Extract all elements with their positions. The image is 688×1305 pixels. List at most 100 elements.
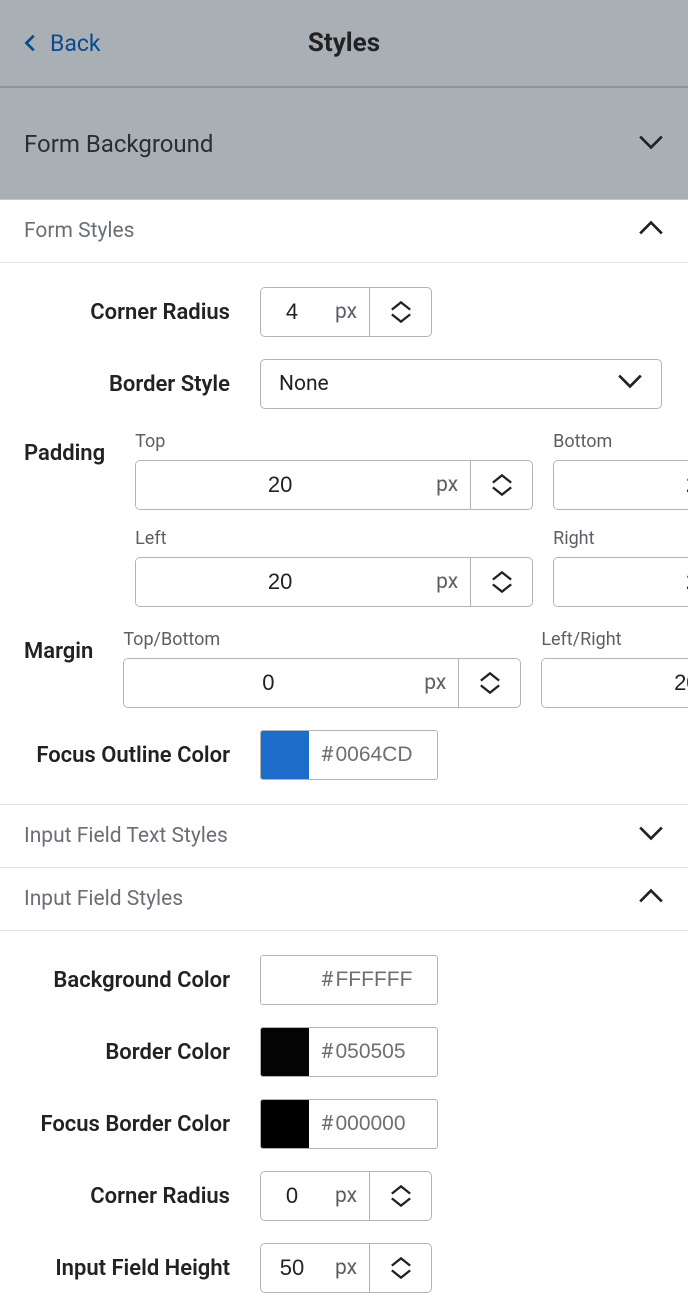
section-form-background-header[interactable]: Form Background xyxy=(0,87,688,200)
chevron-up-icon xyxy=(479,671,501,683)
focus-outline-hex-input[interactable] xyxy=(335,743,425,767)
chevron-up-icon xyxy=(638,218,664,244)
section-input-field-styles-title: Input Field Styles xyxy=(24,887,183,911)
corner-radius-input[interactable] xyxy=(261,288,323,336)
padding-right-input[interactable] xyxy=(554,558,688,606)
padding-left-step-buttons[interactable] xyxy=(470,558,532,606)
label-focus-border-color: Focus Border Color xyxy=(24,1112,260,1137)
hash-symbol: # xyxy=(321,1112,334,1136)
label-bg-color: Background Color xyxy=(24,968,260,993)
padding-top-stepper[interactable]: px xyxy=(135,460,533,510)
section-form-styles-body: Corner Radius px Border Style None Paddi… xyxy=(0,263,688,804)
chevron-up-icon xyxy=(390,300,412,312)
border-style-value: None xyxy=(279,372,329,396)
row-corner-radius: Corner Radius px xyxy=(24,287,664,337)
input-corner-radius-step-buttons[interactable] xyxy=(369,1172,431,1220)
chevron-up-icon xyxy=(638,886,664,912)
section-input-text-styles-title: Input Field Text Styles xyxy=(24,824,228,848)
chevron-down-icon xyxy=(390,1268,412,1280)
label-padding: Padding xyxy=(24,431,135,466)
chevron-down-icon xyxy=(617,371,643,397)
bg-color-picker[interactable]: # xyxy=(260,955,438,1005)
padding-bottom-input[interactable] xyxy=(554,461,688,509)
chevron-down-icon xyxy=(479,683,501,695)
back-label: Back xyxy=(50,30,101,57)
focus-border-swatch[interactable] xyxy=(261,1100,309,1148)
row-margin: Margin Top/Bottom px Left/Right xyxy=(24,629,664,708)
section-form-styles-header[interactable]: Form Styles xyxy=(0,200,688,263)
input-field-height-step-buttons[interactable] xyxy=(369,1244,431,1292)
chevron-up-icon xyxy=(390,1256,412,1268)
top-bar: Back Styles xyxy=(0,0,688,87)
section-input-text-styles-header[interactable]: Input Field Text Styles xyxy=(0,804,688,868)
corner-radius-stepper[interactable]: px xyxy=(260,287,432,337)
focus-border-hex-input[interactable] xyxy=(335,1112,425,1136)
label-margin: Margin xyxy=(24,629,123,664)
label-border-style: Border Style xyxy=(24,372,260,397)
focus-outline-color-picker[interactable]: # xyxy=(260,730,438,780)
padding-bottom-stepper[interactable]: px xyxy=(553,460,688,510)
input-corner-radius-input[interactable] xyxy=(261,1172,323,1220)
margin-lr-input[interactable] xyxy=(542,659,688,707)
label-corner-radius: Corner Radius xyxy=(24,300,260,325)
chevron-down-icon xyxy=(491,582,513,594)
label-input-corner-radius: Corner Radius xyxy=(24,1184,260,1209)
chevron-down-icon xyxy=(390,1196,412,1208)
row-input-field-height: Input Field Height px xyxy=(24,1243,664,1293)
label-padding-left: Left xyxy=(135,528,533,549)
label-margin-tb: Top/Bottom xyxy=(123,629,521,650)
input-corner-radius-unit: px xyxy=(323,1172,369,1220)
row-input-corner-radius: Corner Radius px xyxy=(24,1171,664,1221)
row-focus-border-color: Focus Border Color # xyxy=(24,1099,664,1149)
chevron-down-icon xyxy=(491,485,513,497)
chevron-up-icon xyxy=(491,473,513,485)
chevron-down-icon xyxy=(638,130,664,158)
label-margin-lr: Left/Right xyxy=(541,629,688,650)
input-corner-radius-stepper[interactable]: px xyxy=(260,1171,432,1221)
border-style-select[interactable]: None xyxy=(260,359,662,409)
hash-symbol: # xyxy=(321,1040,334,1064)
margin-tb-unit: px xyxy=(412,659,458,707)
margin-tb-input[interactable] xyxy=(124,659,412,707)
border-color-picker[interactable]: # xyxy=(260,1027,438,1077)
row-padding: Padding Top px Bottom xyxy=(24,431,664,607)
label-padding-top: Top xyxy=(135,431,533,452)
padding-left-input[interactable] xyxy=(136,558,424,606)
padding-top-input[interactable] xyxy=(136,461,424,509)
section-input-field-styles-header[interactable]: Input Field Styles xyxy=(0,868,688,931)
page-title: Styles xyxy=(308,28,380,58)
hash-symbol: # xyxy=(321,743,334,767)
chevron-down-icon xyxy=(390,312,412,324)
back-button[interactable]: Back xyxy=(20,29,101,57)
border-color-hex-input[interactable] xyxy=(335,1040,425,1064)
row-bg-color: Background Color # xyxy=(24,955,664,1005)
focus-outline-swatch[interactable] xyxy=(261,731,309,779)
bg-color-swatch[interactable] xyxy=(261,956,309,1004)
label-input-field-height: Input Field Height xyxy=(24,1256,260,1281)
padding-left-unit: px xyxy=(424,558,470,606)
padding-top-unit: px xyxy=(424,461,470,509)
margin-tb-step-buttons[interactable] xyxy=(458,659,520,707)
padding-top-step-buttons[interactable] xyxy=(470,461,532,509)
chevron-up-icon xyxy=(491,570,513,582)
input-field-height-input[interactable] xyxy=(261,1244,323,1292)
corner-radius-step-buttons[interactable] xyxy=(369,288,431,336)
border-color-swatch[interactable] xyxy=(261,1028,309,1076)
chevron-left-icon xyxy=(20,29,42,57)
padding-left-stepper[interactable]: px xyxy=(135,557,533,607)
padding-right-stepper[interactable]: px xyxy=(553,557,688,607)
row-focus-outline-color: Focus Outline Color # xyxy=(24,730,664,780)
input-field-height-unit: px xyxy=(323,1244,369,1292)
chevron-up-icon xyxy=(390,1184,412,1196)
label-border-color: Border Color xyxy=(24,1040,260,1065)
margin-lr-stepper[interactable]: px xyxy=(541,658,688,708)
section-form-styles-title: Form Styles xyxy=(24,219,134,243)
bg-color-hex-input[interactable] xyxy=(335,968,425,992)
label-padding-bottom: Bottom xyxy=(553,431,688,452)
section-input-field-styles-body: Background Color # Border Color # Focus … xyxy=(0,931,688,1305)
label-focus-outline-color: Focus Outline Color xyxy=(24,743,260,768)
chevron-down-icon xyxy=(638,823,664,849)
input-field-height-stepper[interactable]: px xyxy=(260,1243,432,1293)
focus-border-color-picker[interactable]: # xyxy=(260,1099,438,1149)
margin-tb-stepper[interactable]: px xyxy=(123,658,521,708)
